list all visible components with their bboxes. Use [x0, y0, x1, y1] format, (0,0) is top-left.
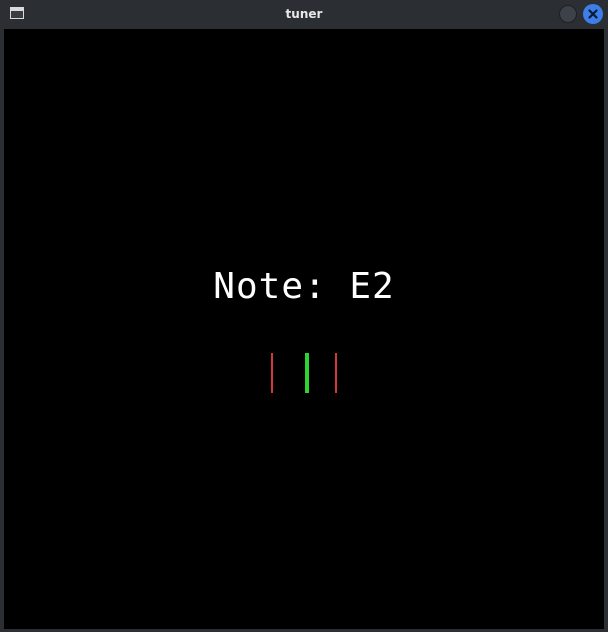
note-label: Note: E2: [213, 266, 395, 307]
in-tune-indicator-line: [305, 353, 309, 393]
close-button[interactable]: [583, 4, 603, 24]
tuner-canvas: Note: E2: [4, 29, 604, 629]
window-title: tuner: [285, 7, 323, 21]
sharp-marker-line: [335, 353, 337, 393]
minimize-button[interactable]: [559, 5, 577, 23]
tuner-window: tuner Note: E2: [0, 0, 608, 632]
close-icon: [588, 9, 598, 19]
flat-marker-line: [271, 353, 273, 393]
title-bar[interactable]: tuner: [0, 0, 608, 28]
